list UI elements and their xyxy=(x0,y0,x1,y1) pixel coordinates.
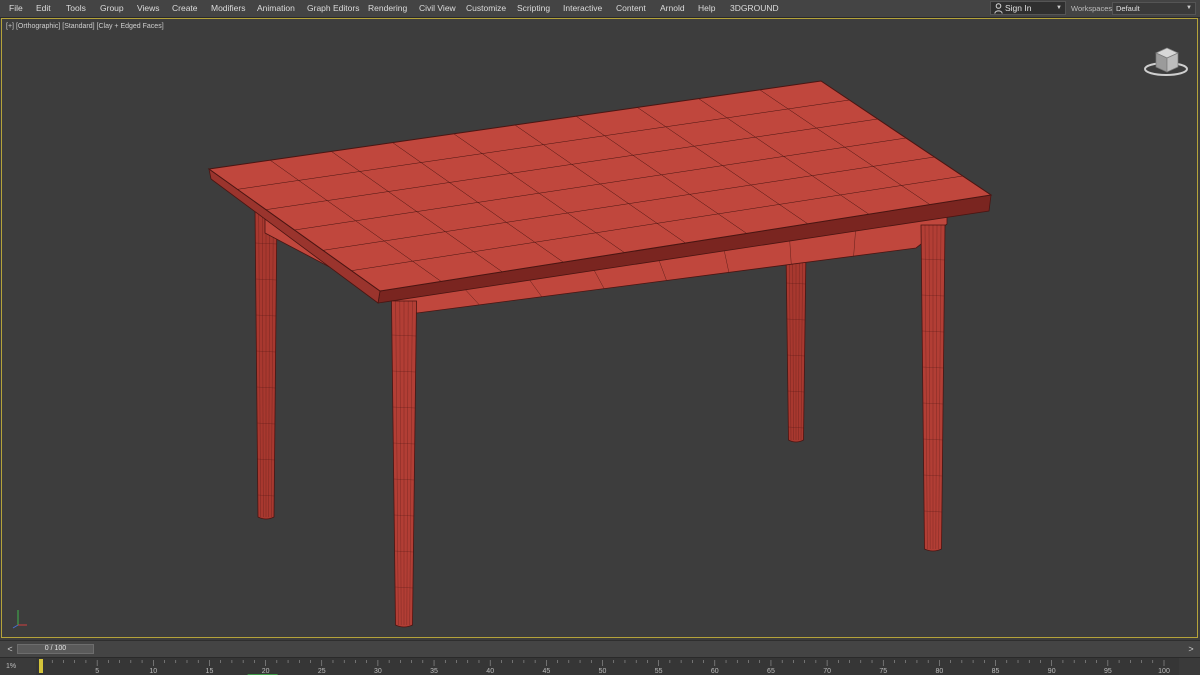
sign-in-label: Sign In xyxy=(1005,3,1032,13)
menu-graph-editors[interactable]: Graph Editors xyxy=(307,0,359,17)
workspaces-value: Default xyxy=(1116,4,1140,13)
workspaces-select[interactable]: Default ▼ xyxy=(1112,2,1196,15)
frame-tick-label: 55 xyxy=(655,668,663,675)
frame-tick-label: 50 xyxy=(599,668,607,675)
menu-interactive[interactable]: Interactive xyxy=(563,0,602,17)
menu-customize[interactable]: Customize xyxy=(466,0,506,17)
frame-tick-label: 40 xyxy=(486,668,494,675)
trackbar-corner-label: 1% xyxy=(6,663,17,670)
sign-in-button[interactable]: Sign In ▼ xyxy=(990,1,1066,15)
frame-tick-label: 85 xyxy=(992,668,1000,675)
menu-animation[interactable]: Animation xyxy=(257,0,295,17)
menu-modifiers[interactable]: Modifiers xyxy=(211,0,245,17)
menu-views[interactable]: Views xyxy=(137,0,160,17)
time-slider[interactable]: < 0 / 100 > xyxy=(0,640,1200,657)
chevron-right-icon[interactable]: > xyxy=(1186,643,1196,655)
table-leg-back-right xyxy=(785,248,807,443)
frame-tick-label: 75 xyxy=(879,668,887,675)
workspaces-label: Workspaces: xyxy=(1071,4,1115,13)
menu-scripting[interactable]: Scripting xyxy=(517,0,550,17)
frame-tick-label: 90 xyxy=(1048,668,1056,675)
menu-edit[interactable]: Edit xyxy=(36,0,51,17)
table-model[interactable] xyxy=(2,19,1198,638)
frame-tick-label: 5 xyxy=(95,668,99,675)
menu-content[interactable]: Content xyxy=(616,0,646,17)
viewcube-icon[interactable] xyxy=(1140,41,1192,81)
menu-civil-view[interactable]: Civil View xyxy=(419,0,456,17)
menu-create[interactable]: Create xyxy=(172,0,198,17)
time-slider-thumb[interactable]: 0 / 100 xyxy=(17,644,94,654)
frame-tick-label: 70 xyxy=(823,668,831,675)
menu-rendering[interactable]: Rendering xyxy=(368,0,407,17)
frame-tick-label: 65 xyxy=(767,668,775,675)
menu-group[interactable]: Group xyxy=(100,0,124,17)
table-leg-front-left xyxy=(391,300,417,628)
frame-tick-label: 95 xyxy=(1104,668,1112,675)
table-leg-back-left xyxy=(254,208,278,520)
axis-tripod-icon xyxy=(12,610,27,629)
chevron-left-icon[interactable]: < xyxy=(5,643,15,655)
frame-tick-label: 30 xyxy=(374,668,382,675)
chevron-down-icon: ▼ xyxy=(1056,5,1062,11)
chevron-down-icon: ▼ xyxy=(1186,5,1192,11)
3dsmax-window: File Edit Tools Group Views Create Modifiers An… xyxy=(0,0,1200,675)
frame-tick-label: 60 xyxy=(711,668,719,675)
menu-help[interactable]: Help xyxy=(698,0,715,17)
frame-tick-label: 25 xyxy=(318,668,326,675)
frame-tick-label: 15 xyxy=(206,668,214,675)
frame-tick-label: 45 xyxy=(542,668,550,675)
frame-tick-label: 80 xyxy=(936,668,944,675)
user-icon xyxy=(994,3,1003,14)
frame-tick-label: 20 xyxy=(262,668,270,675)
menu-file[interactable]: File xyxy=(9,0,23,17)
current-frame-marker[interactable] xyxy=(39,659,43,673)
track-bar[interactable]: 5 10 15 20 25 30 35 40 45 50 55 60 65 70 75 80 85 90 95 100… xyxy=(0,657,1200,675)
table-leg-front-right xyxy=(920,224,946,552)
frame-tick-label: 100 xyxy=(1158,668,1170,675)
menu-3dground[interactable]: 3DGROUND xyxy=(730,0,779,17)
perspective-viewport[interactable]: [+] [Orthographic] [Standard] [Clay + Ed… xyxy=(1,18,1198,638)
menu-arnold[interactable]: Arnold xyxy=(660,0,685,17)
frame-tick-label: 35 xyxy=(430,668,438,675)
menu-tools[interactable]: Tools xyxy=(66,0,86,17)
menu-bar: File Edit Tools Group Views Create Modifiers An… xyxy=(0,0,1200,18)
frame-tick-label: 10 xyxy=(149,668,157,675)
frame-ruler[interactable]: 5 10 15 20 25 30 35 40 45 50 55 60 65 70 75 80 85 90 95 100 xyxy=(0,658,1200,675)
